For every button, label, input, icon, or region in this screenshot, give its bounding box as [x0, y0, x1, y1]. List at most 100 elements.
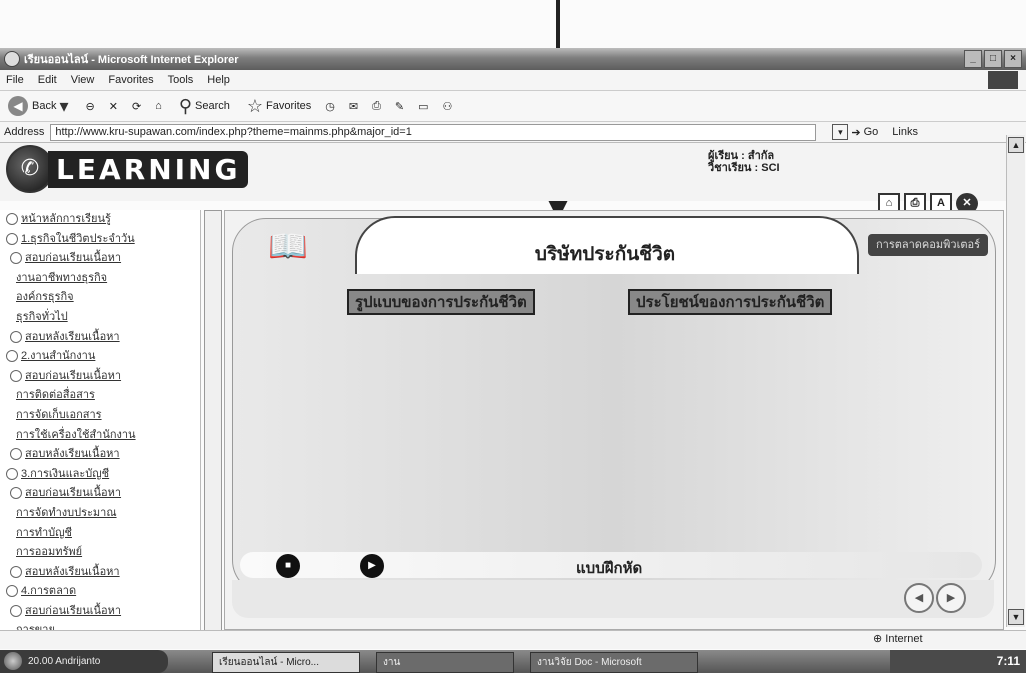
sidebar-item[interactable]: 4.การตลาด [0, 582, 200, 602]
bottom-strip [232, 580, 994, 618]
previous-icon[interactable]: ◀ [904, 583, 934, 613]
bullet-icon [6, 350, 18, 363]
taskbar-item[interactable]: เรียนออนไลน์ - Micro... [212, 652, 360, 673]
bullet-icon [6, 213, 18, 226]
stop-icon[interactable]: ✕ [109, 100, 118, 113]
menu-edit[interactable]: Edit [38, 74, 57, 86]
exercise-link[interactable]: แบบฝึกหัด [576, 556, 642, 580]
sidebar-item-label: 4.การตลาด [21, 585, 77, 598]
bullet-icon [10, 252, 22, 265]
menu-file[interactable]: File [6, 74, 24, 86]
favorites-button[interactable]: ☆ Favorites [244, 96, 311, 117]
sidebar-item[interactable]: การจัดเก็บเอกสาร [0, 406, 200, 426]
search-icon: ⚲ [178, 95, 193, 116]
go-arrow-icon: ➔ [851, 126, 861, 139]
menu-view[interactable]: View [71, 74, 95, 86]
go-label: Go [863, 126, 879, 138]
sidebar-item[interactable]: สอบหลังเรียนเนื้อหา [0, 445, 200, 465]
bullet-icon [10, 330, 22, 343]
address-input[interactable]: http://www.kru-supawan.com/index.php?the… [50, 123, 817, 141]
mail-icon[interactable]: ✉ [349, 100, 358, 113]
sidebar-item-label: สอบหลังเรียนเนื้อหา [25, 565, 120, 578]
edit-icon[interactable]: ✎ [395, 100, 404, 113]
window-titlebar: เรียนออนไลน์ - Microsoft Internet Explor… [0, 48, 1026, 70]
back-arrow-icon[interactable]: ◀ [8, 96, 28, 116]
next-icon[interactable]: ▶ [936, 583, 966, 613]
sidebar-item[interactable]: การทำบัญชี [0, 524, 200, 544]
sidebar-item[interactable]: สอบหลังเรียนเนื้อหา [0, 328, 200, 348]
sidebar-item[interactable]: การใช้เครื่องใช้สำนักงาน [0, 426, 200, 446]
sidebar-item[interactable]: หน้าหลักการเรียนรู้ [0, 210, 200, 230]
sidebar-item[interactable]: 2.งานสำนักงาน [0, 347, 200, 367]
sidebar-item[interactable]: องค์กรธุรกิจ [0, 288, 200, 308]
stop-icon[interactable]: ■ [276, 554, 300, 578]
user-subject: วิชาเรียน : SCI [708, 162, 780, 174]
sidebar-item-label: สอบก่อนเรียนเนื้อหา [25, 487, 122, 500]
home-icon[interactable]: ⌂ [155, 100, 162, 112]
logo-text: LEARNING [48, 150, 249, 188]
panel-title: บริษัทประกันชีวิต [534, 243, 676, 265]
taskbar-item[interactable]: งานวิจัย Doc - Microsoft [530, 652, 698, 673]
user-info: ผู้เรียน : สำกัล วิชาเรียน : SCI [708, 150, 780, 174]
history-icon[interactable]: ◷ [325, 100, 335, 113]
bullet-icon [6, 585, 18, 598]
close-button[interactable]: × [1004, 50, 1022, 68]
minimize-button[interactable]: _ [964, 50, 982, 68]
back-label: Back [32, 100, 57, 112]
sidebar-item-label: 2.งานสำนักงาน [21, 350, 96, 363]
life-insurance-forms-button[interactable]: รูปแบบของการประกันชีวิต [347, 289, 535, 315]
messenger-icon[interactable]: ⚇ [443, 100, 453, 113]
start-button[interactable]: 20.00 Andrijanto [0, 650, 168, 673]
sidebar-item[interactable]: 1.ธุรกิจในชีวิตประจำวัน [0, 230, 200, 250]
sidebar-item-label: การออมทรัพย์ [16, 546, 83, 559]
sidebar-item[interactable]: สอบก่อนเรียนเนื้อหา [0, 249, 200, 269]
print-icon[interactable]: ⎙ [372, 100, 381, 113]
bullet-icon [10, 369, 22, 382]
category-chip: การตลาดคอมพิวเตอร์ [868, 234, 988, 256]
bullet-icon [6, 467, 18, 480]
discuss-icon[interactable]: ▭ [418, 100, 428, 113]
life-insurance-benefits-button[interactable]: ประโยชน์ของการประกันชีวิต [628, 289, 833, 315]
sidebar-scrollbar[interactable] [204, 210, 222, 632]
menu-help[interactable]: Help [207, 74, 230, 86]
start-orb-icon [4, 652, 22, 670]
bullet-icon [10, 565, 22, 578]
back-button[interactable]: Back ▾ [32, 96, 72, 117]
content-panel [232, 218, 996, 594]
play-icon[interactable]: ▶ [360, 554, 384, 578]
links-label[interactable]: Links [892, 126, 918, 138]
sidebar-item[interactable]: สอบก่อนเรียนเนื้อหา [0, 602, 200, 622]
menu-tools[interactable]: Tools [168, 74, 194, 86]
sidebar-item[interactable]: สอบก่อนเรียนเนื้อหา [0, 367, 200, 387]
forward-icon[interactable]: ⊖ [86, 100, 95, 113]
sidebar-item-label: งานอาชีพทางธุรกิจ [16, 271, 108, 284]
sidebar-item[interactable]: ธุรกิจทั่วไป [0, 308, 200, 328]
sidebar-item-label: องค์กรธุรกิจ [16, 291, 74, 304]
refresh-icon[interactable]: ⟳ [132, 100, 141, 113]
go-button[interactable]: ▾ ➔ Go [832, 124, 878, 140]
sidebar-item[interactable]: การติดต่อสื่อสาร [0, 386, 200, 406]
sidebar-item[interactable]: สอบก่อนเรียนเนื้อหา [0, 484, 200, 504]
sidebar-item[interactable]: 3.การเงินและบัญชี [0, 465, 200, 485]
dropdown-icon[interactable]: ▾ [832, 124, 849, 140]
bullet-icon [10, 487, 22, 500]
sidebar-item[interactable]: สอบหลังเรียนเนื้อหา [0, 563, 200, 583]
window-controls: _ □ × [964, 50, 1022, 68]
sidebar-item[interactable]: การจัดทำงบประมาณ [0, 504, 200, 524]
scroll-down-icon[interactable]: ▼ [1008, 609, 1024, 625]
search-button[interactable]: ⚲ Search [176, 96, 230, 117]
favorites-label: Favorites [266, 100, 312, 112]
sidebar-item-label: การจัดเก็บเอกสาร [16, 408, 102, 421]
page-scrollbar[interactable]: ▲ ▼ [1006, 135, 1025, 627]
sidebar-item-label: การทำบัญชี [16, 526, 72, 539]
sidebar-item-label: การใช้เครื่องใช้สำนักงาน [16, 428, 136, 441]
taskbar-item[interactable]: งาน [376, 652, 514, 673]
user-name: ผู้เรียน : สำกัล [708, 150, 775, 162]
maximize-button[interactable]: □ [984, 50, 1002, 68]
clock: 7:11 [996, 654, 1020, 668]
menu-bar: File Edit View Favorites Tools Help [0, 70, 1026, 91]
scroll-up-icon[interactable]: ▲ [1008, 137, 1024, 153]
sidebar-item[interactable]: งานอาชีพทางธุรกิจ [0, 269, 200, 289]
menu-favorites[interactable]: Favorites [108, 74, 153, 86]
sidebar-item[interactable]: การออมทรัพย์ [0, 543, 200, 563]
